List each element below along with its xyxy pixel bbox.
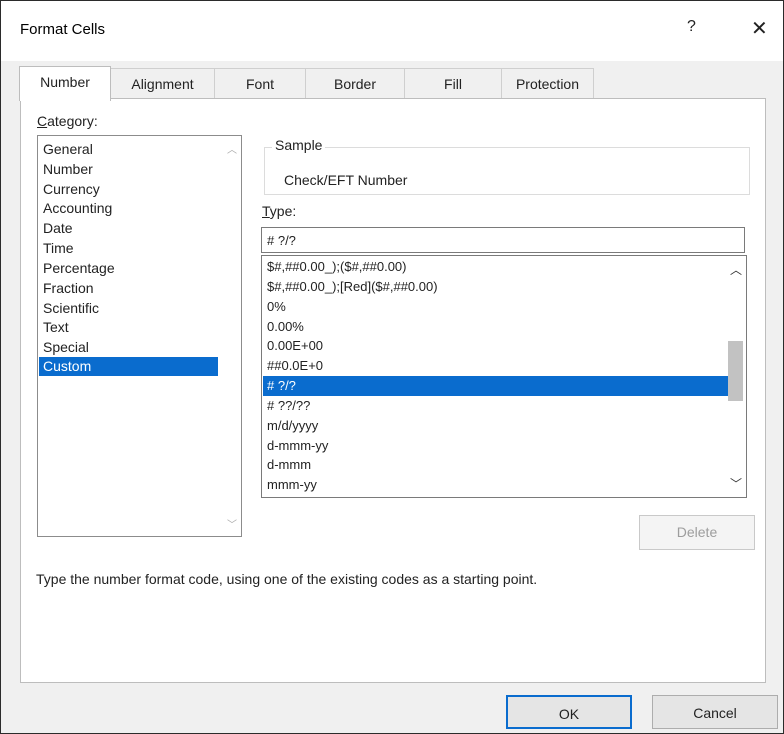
scroll-thumb[interactable]	[728, 341, 743, 401]
ok-button[interactable]: OK	[506, 695, 632, 729]
type-item[interactable]: 0.00E+00	[263, 336, 742, 356]
type-item[interactable]: ##0.0E+0	[263, 356, 742, 376]
category-list[interactable]: General Number Currency Accounting Date …	[37, 135, 242, 537]
close-icon[interactable]: ✕	[751, 16, 768, 41]
type-item[interactable]: 0.00%	[263, 317, 742, 337]
category-item-custom[interactable]: Custom	[39, 357, 218, 376]
scroll-up-icon[interactable]: ︿	[730, 261, 742, 278]
sample-legend: Sample	[272, 137, 326, 153]
type-item[interactable]: # ??/??	[263, 396, 742, 416]
tab-alignment[interactable]: Alignment	[110, 68, 215, 100]
category-label: Category:	[37, 113, 98, 129]
tab-number[interactable]: Number	[19, 66, 111, 101]
scroll-down-icon[interactable]: ﹀	[730, 475, 742, 492]
type-label: Type:	[262, 203, 297, 219]
type-item-selected[interactable]: # ?/?	[263, 376, 742, 396]
number-tab-panel: Category: General Number Currency Accoun…	[20, 98, 766, 683]
type-item[interactable]: $#,##0.00_);($#,##0.00)	[263, 257, 742, 277]
dialog-title: Format Cells	[20, 21, 106, 38]
category-item-time[interactable]: Time	[39, 239, 218, 258]
format-hint-text: Type the number format code, using one o…	[36, 571, 538, 587]
tab-font[interactable]: Font	[214, 68, 306, 100]
scroll-down-icon[interactable]: ﹀	[227, 516, 237, 531]
category-item-special[interactable]: Special	[39, 338, 218, 357]
type-item[interactable]: d-mmm	[263, 455, 742, 475]
cancel-button[interactable]: Cancel	[652, 695, 778, 729]
category-item-number[interactable]: Number	[39, 160, 218, 179]
type-list[interactable]: $#,##0.00_);($#,##0.00) $#,##0.00_);[Red…	[261, 255, 747, 498]
category-item-date[interactable]: Date	[39, 219, 218, 238]
sample-value: Check/EFT Number	[284, 172, 408, 188]
delete-button[interactable]: Delete	[639, 515, 755, 550]
category-item-text[interactable]: Text	[39, 318, 218, 337]
help-icon[interactable]: ?	[687, 18, 696, 36]
category-item-accounting[interactable]: Accounting	[39, 199, 218, 218]
type-item[interactable]: 0%	[263, 297, 742, 317]
format-cells-dialog: Format Cells ? ✕ Number Alignment Font B…	[0, 0, 784, 734]
type-item[interactable]: $#,##0.00_);[Red]($#,##0.00)	[263, 277, 742, 297]
tab-border[interactable]: Border	[305, 68, 405, 100]
category-item-general[interactable]: General	[39, 140, 218, 159]
type-item[interactable]: d-mmm-yy	[263, 436, 742, 456]
category-item-percentage[interactable]: Percentage	[39, 259, 218, 278]
title-bar: Format Cells ? ✕	[1, 1, 783, 61]
type-scrollbar[interactable]: ︿ ﹀	[726, 257, 745, 494]
scroll-up-icon[interactable]: ︿	[227, 141, 237, 156]
type-item[interactable]: m/d/yyyy	[263, 416, 742, 436]
sample-group: Check/EFT Number	[264, 147, 750, 195]
tab-strip: Number Alignment Font Border Fill Protec…	[19, 66, 594, 101]
category-item-fraction[interactable]: Fraction	[39, 279, 218, 298]
tab-fill[interactable]: Fill	[404, 68, 502, 100]
category-scrollbar[interactable]: ︿ ﹀	[223, 137, 240, 535]
type-input[interactable]: # ?/?	[261, 227, 745, 253]
type-item[interactable]: mmm-yy	[263, 475, 742, 495]
category-item-scientific[interactable]: Scientific	[39, 299, 218, 318]
tab-protection[interactable]: Protection	[501, 68, 594, 100]
category-item-currency[interactable]: Currency	[39, 180, 218, 199]
